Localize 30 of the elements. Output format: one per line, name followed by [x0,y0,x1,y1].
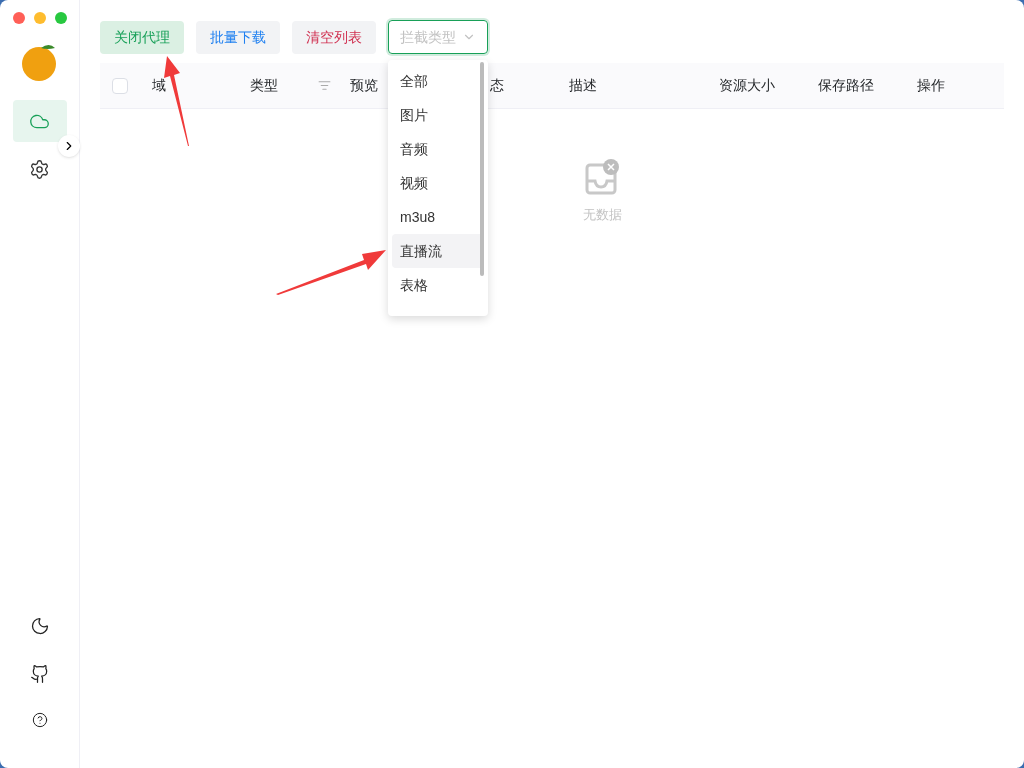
column-header: 保存路径 [818,76,874,95]
collapse-toggle[interactable] [58,135,80,157]
dropdown-option[interactable]: 视频 [392,166,484,200]
minimize-icon[interactable] [34,12,46,24]
maximize-icon[interactable] [55,12,67,24]
moon-icon[interactable] [29,616,50,636]
settings-icon [29,158,50,180]
column-header: 类型 [250,76,278,95]
select-all-checkbox[interactable] [112,77,128,94]
column-header: 描述 [569,76,597,95]
empty-inbox-icon [584,159,620,195]
toolbar-button[interactable]: 清空列表 [292,20,376,54]
dropdown-option[interactable]: 表格 [392,268,484,302]
filter-icon[interactable] [318,79,331,92]
column-header: 态 [490,76,504,95]
toolbar-button[interactable]: 批量下载 [196,20,280,54]
select-placeholder: 拦截类型 [400,27,456,47]
empty-text: 无数据 [582,206,622,224]
column-header: 域 [152,76,166,95]
help-icon[interactable] [31,712,48,728]
dropdown-option[interactable]: 音频 [392,132,484,166]
column-header: 操作 [917,76,945,95]
github-icon[interactable] [29,664,50,684]
column-header: 预览 [350,76,378,95]
dropdown-option[interactable]: 全部 [392,64,484,98]
scrollbar-thumb[interactable] [480,62,484,276]
dropdown-option[interactable]: 图片 [392,98,484,132]
close-icon[interactable] [13,12,25,24]
column-header: 资源大小 [719,76,775,95]
dropdown-option[interactable]: m3u8 [392,200,484,234]
